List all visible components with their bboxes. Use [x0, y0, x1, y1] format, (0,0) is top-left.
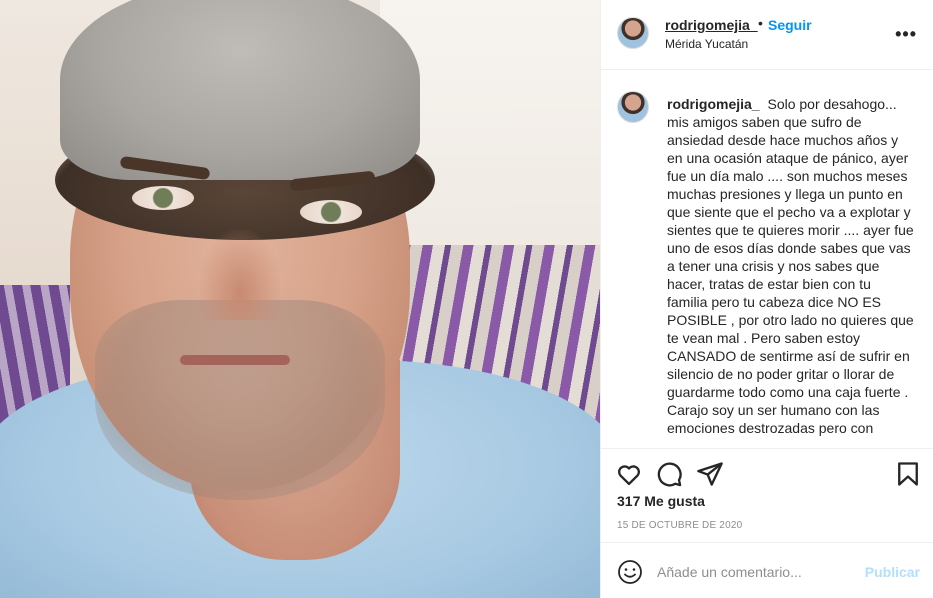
post-actions	[601, 448, 933, 498]
caption-paragraph-2: Carajo soy un ser humano con las emocion…	[667, 402, 880, 436]
more-options-icon[interactable]: •••	[895, 24, 917, 45]
author-avatar[interactable]	[617, 17, 649, 49]
comment-input[interactable]	[657, 558, 857, 586]
caption-area[interactable]: rodrigomejia_ Solo por desahogo... mis a…	[601, 71, 933, 448]
comment-bar: Publicar	[601, 542, 933, 598]
bookmark-icon[interactable]	[894, 460, 922, 488]
photo-cap	[60, 0, 420, 180]
photo-right-eye	[300, 200, 362, 224]
caption-text: rodrigomejia_ Solo por desahogo... mis a…	[667, 95, 915, 437]
photo-mouth	[180, 355, 290, 365]
smiley-icon[interactable]	[617, 559, 643, 585]
publish-button[interactable]: Publicar	[865, 564, 920, 580]
post-photo[interactable]	[0, 0, 600, 598]
post-side-panel: rodrigomejia_ • Seguir Mérida Yucatán ••…	[600, 0, 933, 598]
likes-count[interactable]: 317 Me gusta	[617, 493, 705, 509]
post-header: rodrigomejia_ • Seguir Mérida Yucatán ••…	[601, 0, 933, 70]
paper-plane-icon[interactable]	[696, 460, 724, 488]
post-date[interactable]: 15 DE OCTUBRE DE 2020	[617, 520, 742, 531]
author-username[interactable]: rodrigomejia_	[665, 17, 758, 33]
caption-username[interactable]: rodrigomejia_	[667, 96, 760, 112]
separator-dot: •	[758, 15, 763, 31]
photo-beard	[95, 300, 385, 500]
heart-icon[interactable]	[615, 460, 643, 488]
post-location[interactable]: Mérida Yucatán	[665, 37, 748, 51]
comment-bubble-icon[interactable]	[655, 460, 683, 488]
caption-author-avatar[interactable]	[617, 91, 649, 123]
photo-nose	[200, 230, 280, 320]
follow-button[interactable]: Seguir	[768, 17, 812, 33]
caption-paragraph-1: Solo por desahogo... mis amigos saben qu…	[667, 96, 914, 400]
photo-left-eye	[132, 186, 194, 210]
